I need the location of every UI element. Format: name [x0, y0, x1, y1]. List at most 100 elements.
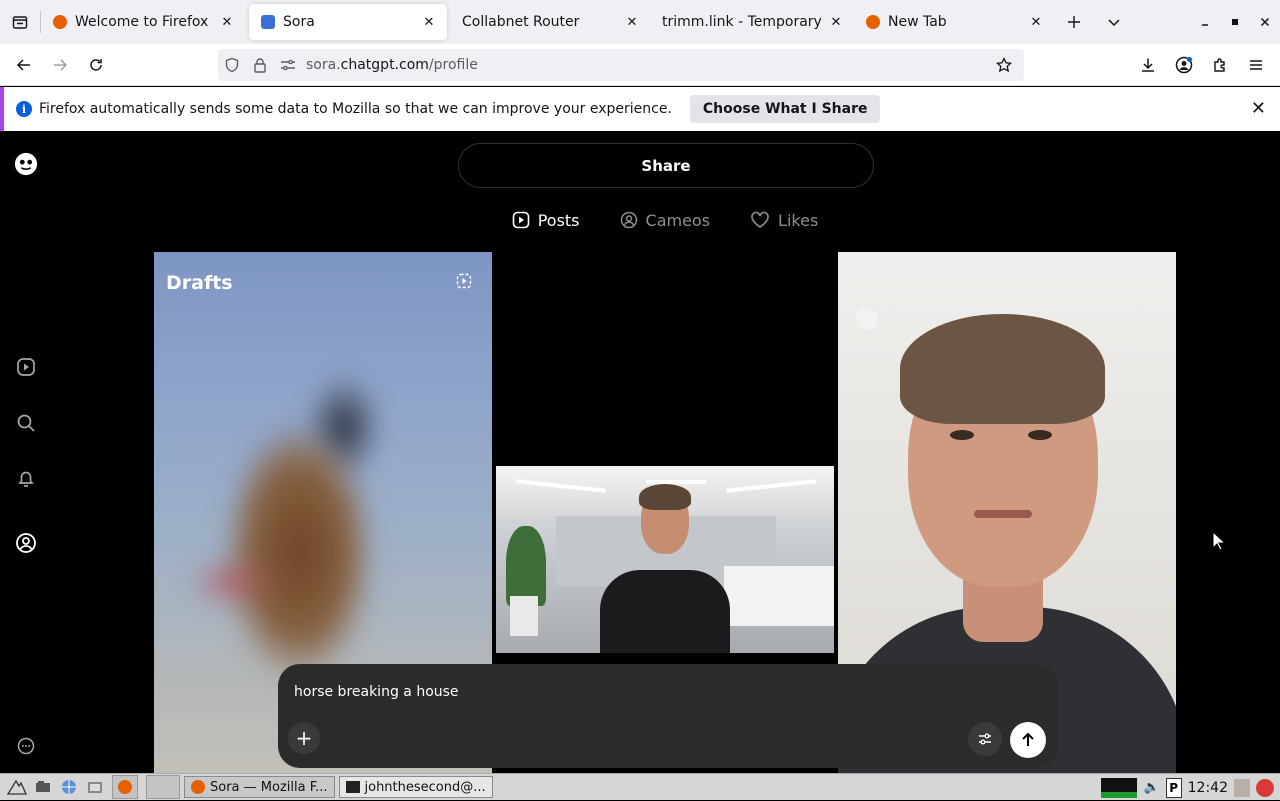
close-tab-icon[interactable]: ✕: [622, 15, 642, 30]
permissions-icon[interactable]: [274, 58, 302, 72]
select-mode-icon[interactable]: [456, 273, 472, 293]
tab-title: trimm.link - Temporary U: [662, 14, 826, 30]
tab-sora[interactable]: Sora ✕: [249, 4, 447, 40]
desktop-taskbar: Sora — Mozilla F... johnthesecond@... 🔈 …: [0, 773, 1280, 800]
show-desktop-icon[interactable]: [30, 775, 56, 799]
blurred-thumbnail: [184, 552, 284, 612]
submit-prompt-button[interactable]: [1010, 722, 1046, 758]
sora-logo-icon[interactable]: [14, 152, 38, 176]
arrow-up-icon: [1022, 732, 1034, 746]
tab-cameos[interactable]: Cameos: [620, 208, 711, 232]
prompt-input[interactable]: horse breaking a house: [294, 684, 459, 700]
prompt-composer: horse breaking a house +: [278, 664, 1058, 768]
back-button[interactable]: [6, 47, 42, 83]
maximize-icon: [1232, 19, 1238, 25]
cameo-badge-icon: [856, 308, 878, 330]
volume-icon[interactable]: 🔈: [1143, 780, 1159, 795]
sora-favicon-icon: [261, 15, 275, 29]
tab-new-tab[interactable]: New Tab ✕: [854, 4, 1054, 40]
bookmark-star-icon[interactable]: [990, 57, 1018, 73]
user-icon[interactable]: [1234, 778, 1250, 797]
power-icon[interactable]: [1256, 778, 1274, 797]
minimize-button[interactable]: [1190, 0, 1220, 44]
firefox-view-button[interactable]: [0, 0, 40, 44]
tab-label: Likes: [778, 210, 819, 230]
new-tab-button[interactable]: [1054, 0, 1094, 44]
account-button[interactable]: [1166, 47, 1202, 83]
feed-play-icon[interactable]: [14, 355, 38, 379]
workspace-switcher[interactable]: [146, 775, 180, 799]
extensions-button[interactable]: [1202, 47, 1238, 83]
taskbar-task-terminal[interactable]: johnthesecond@...: [338, 776, 493, 798]
choose-what-i-share-button[interactable]: Choose What I Share: [689, 95, 881, 123]
forward-button[interactable]: [42, 47, 78, 83]
terminal-icon: [345, 781, 360, 793]
reception-desk: [724, 566, 834, 626]
tab-posts[interactable]: Posts: [512, 208, 580, 232]
close-notification-icon[interactable]: ✕: [1251, 98, 1266, 119]
reload-button[interactable]: [78, 47, 114, 83]
person-circle-icon: [620, 211, 637, 229]
add-media-button[interactable]: +: [288, 722, 320, 754]
share-profile-button[interactable]: Share: [458, 143, 874, 188]
generation-settings-button[interactable]: [968, 722, 1002, 756]
arrow-left-icon: [16, 58, 30, 71]
file-manager-icon[interactable]: [82, 775, 108, 799]
puzzle-piece-icon: [1214, 58, 1225, 72]
lock-icon[interactable]: [246, 57, 274, 73]
arrow-right-icon: [54, 58, 68, 71]
close-window-button[interactable]: [1250, 0, 1280, 44]
tab-title: Collabnet Router: [462, 14, 580, 30]
url-bar[interactable]: sora.chatgpt.com/profile: [218, 49, 1024, 81]
maximize-button[interactable]: [1220, 0, 1250, 44]
tab-welcome-to-firefox[interactable]: Welcome to Firefox ✕: [41, 4, 245, 40]
plus-icon: [1068, 16, 1080, 28]
start-menu-icon[interactable]: [4, 775, 30, 799]
close-tab-icon[interactable]: ✕: [1026, 15, 1046, 30]
close-tab-icon[interactable]: ✕: [419, 15, 439, 30]
video-post-thumbnail[interactable]: [496, 466, 834, 653]
navigation-toolbar: sora.chatgpt.com/profile: [0, 44, 1280, 86]
list-all-tabs-button[interactable]: [1094, 0, 1134, 44]
firefox-favicon-icon: [53, 15, 67, 29]
network-globe-icon[interactable]: [56, 775, 82, 799]
person-hair: [900, 314, 1105, 424]
account-icon: [1175, 56, 1193, 74]
close-tab-icon[interactable]: ✕: [826, 15, 846, 30]
search-icon[interactable]: [14, 411, 38, 435]
sliders-icon: [979, 733, 991, 745]
more-options-icon[interactable]: [14, 734, 38, 758]
person-eye: [950, 430, 974, 440]
plant: [506, 526, 546, 606]
tab-likes[interactable]: Likes: [750, 208, 818, 232]
tab-label: Cameos: [645, 210, 711, 230]
tab-title: Welcome to Firefox: [75, 14, 209, 30]
task-label: johnthesecond@...: [364, 779, 486, 795]
notifications-bell-icon[interactable]: [14, 467, 38, 491]
tab-title: New Tab: [888, 14, 947, 30]
tab-trimm-link[interactable]: trimm.link - Temporary U ✕: [650, 4, 854, 40]
close-icon: [1260, 17, 1270, 27]
clipboard-icon[interactable]: P: [1165, 777, 1182, 798]
task-label: Sora — Mozilla F...: [210, 779, 328, 795]
firefox-view-icon: [12, 16, 28, 29]
notification-message: Firefox automatically sends some data to…: [39, 101, 672, 117]
downloads-button[interactable]: [1130, 47, 1166, 83]
data-collection-notification: i Firefox automatically sends some data …: [0, 87, 1280, 131]
system-tray: 🔈 P 12:42: [1101, 774, 1280, 801]
close-tab-icon[interactable]: ✕: [217, 15, 237, 30]
profile-icon[interactable]: [14, 531, 38, 555]
clock: 12:42: [1187, 779, 1228, 796]
sora-profile-page: Share Posts Cameos Likes Drafts horse br…: [0, 133, 1280, 773]
play-square-icon: [512, 211, 530, 229]
tracking-protection-shield-icon[interactable]: [218, 57, 246, 73]
firefox-icon: [191, 780, 205, 794]
taskbar-task-firefox[interactable]: Sora — Mozilla F...: [184, 776, 335, 798]
chevron-down-icon: [1108, 19, 1120, 27]
tab-collabnet-router[interactable]: Collabnet Router ✕: [450, 4, 650, 40]
drafts-label: Drafts: [166, 272, 233, 294]
firefox-launcher-icon[interactable]: [112, 775, 138, 799]
heart-icon: [751, 211, 769, 228]
app-menu-button[interactable]: [1238, 47, 1274, 83]
plant-pot: [510, 596, 538, 636]
